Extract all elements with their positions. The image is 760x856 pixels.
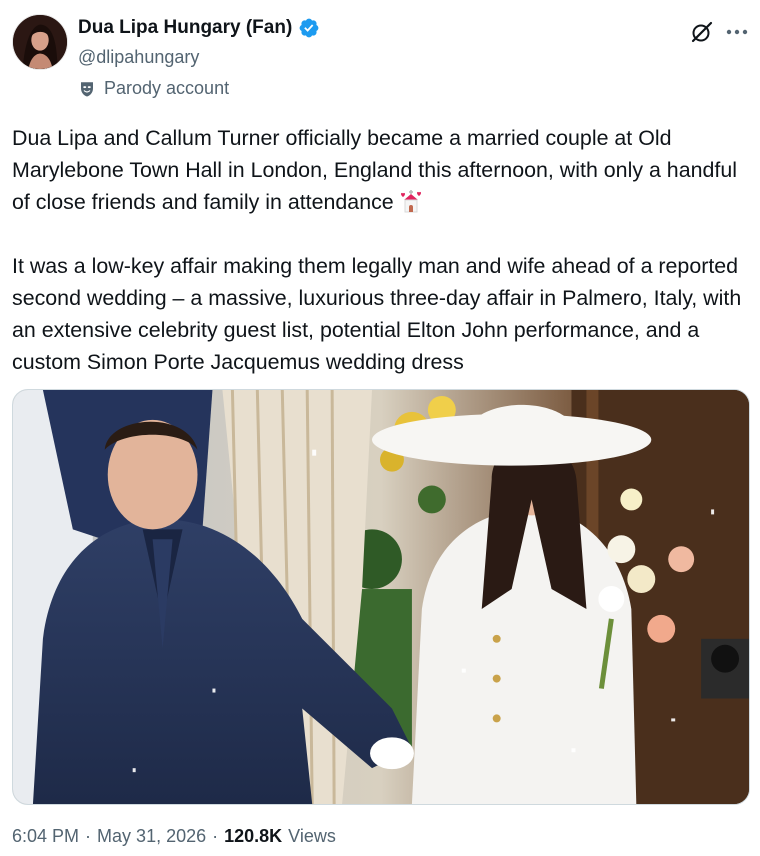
tweet-paragraph-1-text: Dua Lipa and Callum Turner officially be…	[12, 126, 737, 214]
author-name-row: Dua Lipa Hungary (Fan)	[78, 17, 320, 39]
tweet-paragraph-2: It was a low-key affair making them lega…	[12, 254, 742, 374]
verified-badge-icon[interactable]	[298, 17, 320, 39]
meta-separator: ·	[212, 826, 219, 846]
tweet-time[interactable]: 6:04 PM	[12, 826, 79, 847]
avatar-image	[13, 15, 67, 69]
meta-separator: ·	[85, 826, 92, 846]
parody-account-label: Parody account	[104, 78, 230, 98]
wedding-photo-icon	[13, 390, 749, 804]
views-label[interactable]: Views	[288, 826, 336, 847]
tweet-media-photo[interactable]	[12, 389, 750, 805]
wedding-chapel-emoji-icon	[400, 190, 421, 213]
parody-mask-icon	[81, 81, 93, 96]
tweet-paragraph-1: Dua Lipa and Callum Turner officially be…	[12, 122, 748, 218]
tweet-meta: 6:04 PM · May 31, 2026 · 120.8K Views	[12, 826, 336, 847]
grok-icon[interactable]	[690, 20, 714, 44]
more-icon[interactable]	[724, 22, 750, 42]
views-count[interactable]: 120.8K	[224, 826, 282, 847]
parody-label-row: Parody account	[78, 78, 229, 99]
author-display-name[interactable]: Dua Lipa Hungary (Fan)	[78, 17, 292, 39]
author-handle[interactable]: @dlipahungary	[78, 47, 199, 68]
tweet-date[interactable]: May 31, 2026	[97, 826, 206, 847]
avatar[interactable]	[12, 14, 68, 70]
tweet-text: Dua Lipa and Callum Turner officially be…	[12, 122, 748, 378]
